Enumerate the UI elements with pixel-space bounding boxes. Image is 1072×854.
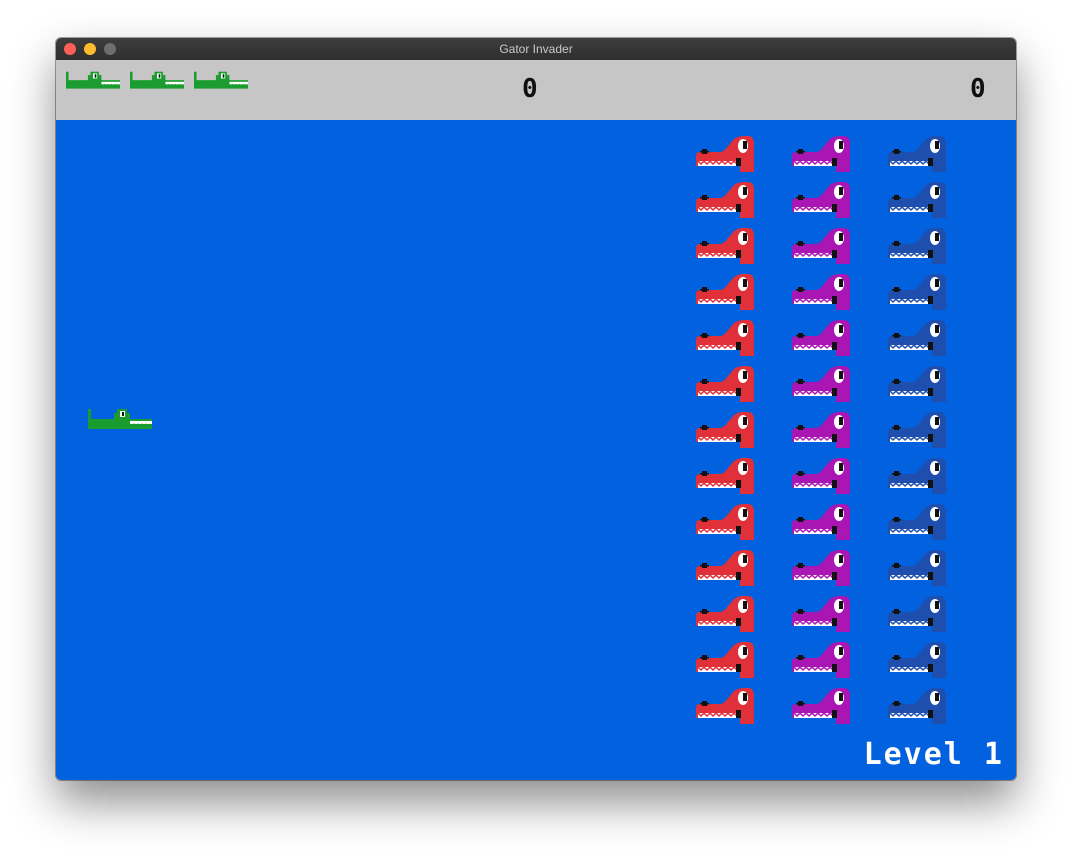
enemy-gator-purple: [791, 688, 850, 725]
enemy-gator-purple: [791, 458, 850, 495]
enemy-gator-purple: [791, 504, 850, 541]
enemy-gator-red: [695, 274, 754, 311]
enemy-gator-red: [695, 642, 754, 679]
title-bar[interactable]: Gator Invader: [56, 38, 1016, 61]
enemy-gator-purple: [791, 182, 850, 219]
enemy-gator-blue: [887, 412, 946, 449]
life-icon: [194, 71, 248, 90]
enemy-gator-blue: [887, 366, 946, 403]
enemy-gator-red: [695, 320, 754, 357]
life-icon: [130, 71, 184, 90]
score-left: 0: [522, 74, 538, 104]
enemy-gator-purple: [791, 274, 850, 311]
enemy-gator-red: [695, 688, 754, 725]
enemy-gator-purple: [791, 136, 850, 173]
enemy-gator-blue: [887, 136, 946, 173]
enemy-gator-red: [695, 550, 754, 587]
hud-bar: 0 0: [56, 60, 1016, 120]
enemy-gator-blue: [887, 274, 946, 311]
level-label: Level 1: [863, 737, 1004, 772]
enemy-gator-red: [695, 504, 754, 541]
enemy-gator-purple: [791, 412, 850, 449]
enemy-gator-red: [695, 458, 754, 495]
enemy-gator-red: [695, 412, 754, 449]
enemy-gator-blue: [887, 642, 946, 679]
enemy-gator-blue: [887, 688, 946, 725]
enemy-gator-blue: [887, 458, 946, 495]
enemy-gator-red: [695, 366, 754, 403]
game-window: Gator Invader 0 0 Level 1: [56, 38, 1016, 780]
play-field: Level 1: [56, 120, 1016, 780]
score-right: 0: [970, 74, 986, 104]
enemy-gator-purple: [791, 550, 850, 587]
enemy-gator-blue: [887, 320, 946, 357]
life-icon: [66, 71, 120, 90]
enemy-gator-blue: [887, 228, 946, 265]
window-title: Gator Invader: [499, 42, 573, 56]
enemy-gator-purple: [791, 642, 850, 679]
enemy-gator-red: [695, 228, 754, 265]
enemy-gator-blue: [887, 182, 946, 219]
enemy-gator-purple: [791, 320, 850, 357]
enemy-gator-purple: [791, 596, 850, 633]
enemy-gator-blue: [887, 596, 946, 633]
enemy-gator-purple: [791, 228, 850, 265]
enemy-gator-red: [695, 136, 754, 173]
player-gator: [88, 408, 152, 430]
enemy-gator-blue: [887, 504, 946, 541]
enemy-gator-red: [695, 182, 754, 219]
enemy-gator-purple: [791, 366, 850, 403]
enemy-gator-blue: [887, 550, 946, 587]
enemy-gator-red: [695, 596, 754, 633]
